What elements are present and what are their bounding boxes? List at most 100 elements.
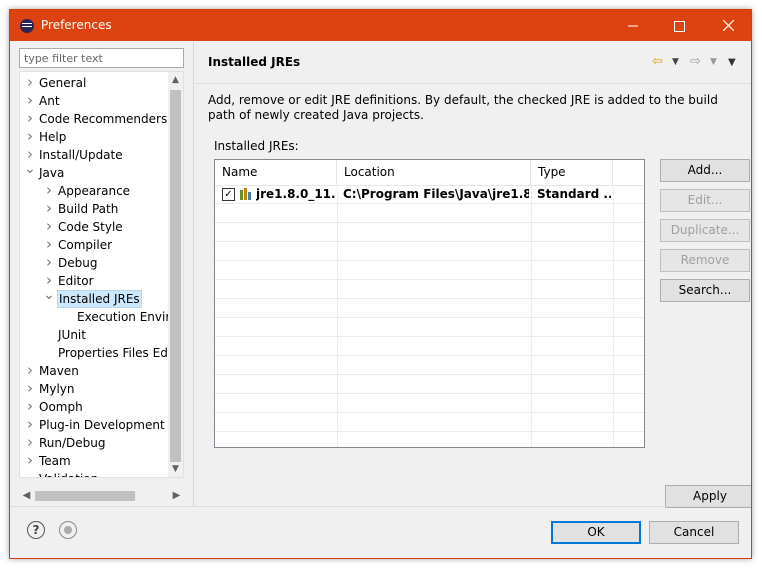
tree-item-label: Oomph — [39, 400, 83, 414]
tree-item[interactable]: JUnit — [20, 326, 170, 344]
back-arrow-icon[interactable]: ⇦ — [652, 54, 663, 69]
tree-item-label: Build Path — [58, 202, 119, 216]
tree-item[interactable]: › Team — [20, 452, 170, 470]
scroll-down-icon[interactable]: ▼ — [168, 461, 183, 477]
table-row[interactable]: ✓ jre1.8.0_11... C:\Program Files\Java\j… — [215, 185, 644, 204]
chevron-right-icon[interactable]: › — [24, 74, 36, 92]
chevron-right-icon[interactable]: › — [43, 182, 55, 200]
tree-item-label: General — [39, 76, 87, 90]
filter-input[interactable] — [20, 49, 183, 67]
tree-item[interactable]: Execution Enviro — [20, 308, 177, 326]
tree-item[interactable]: ⌄ Installed JREs — [20, 288, 170, 308]
scroll-left-icon[interactable]: ◀ — [19, 488, 34, 504]
close-icon — [722, 19, 734, 32]
tree-item[interactable]: Properties Files Edito — [20, 344, 183, 362]
chevron-right-icon[interactable]: › — [43, 236, 55, 254]
jre-name-cell: jre1.8.0_11... — [256, 187, 336, 201]
column-header-location[interactable]: Location — [337, 160, 531, 185]
page-description: Add, remove or edit JRE definitions. By … — [208, 93, 718, 122]
title-bar: Preferences — [10, 10, 751, 41]
record-dot — [64, 526, 72, 534]
chevron-down-icon[interactable]: ⌄ — [43, 288, 55, 308]
tree-vertical-scrollbar[interactable]: ▲ ▼ — [168, 72, 183, 477]
tree-item[interactable]: › Build Path — [20, 200, 170, 218]
table-empty-row — [215, 394, 644, 413]
chevron-down-icon[interactable]: ⌄ — [24, 162, 36, 182]
minimize-button[interactable] — [610, 10, 656, 41]
scroll-right-icon[interactable]: ▶ — [169, 488, 184, 504]
edit-button[interactable]: Edit... — [660, 189, 750, 212]
tree-item[interactable]: › Appearance — [20, 182, 170, 200]
tree-item-label: Ant — [39, 94, 60, 108]
record-icon[interactable] — [59, 521, 77, 539]
add-button[interactable]: Add... — [660, 159, 750, 182]
tree-item[interactable]: › Oomph — [20, 398, 170, 416]
chevron-right-icon[interactable]: › — [24, 362, 36, 380]
tree-item[interactable]: › Code Recommenders — [20, 110, 170, 128]
chevron-right-icon[interactable]: › — [24, 416, 36, 434]
cancel-button[interactable]: Cancel — [649, 521, 739, 544]
column-header-name[interactable]: Name — [215, 160, 337, 185]
tree-item[interactable]: ⌄ Java — [20, 162, 170, 182]
tree-item[interactable]: › Ant — [20, 92, 170, 110]
tree-item[interactable]: › Help — [20, 128, 170, 146]
horizontal-scroll-thumb[interactable] — [35, 491, 135, 501]
chevron-right-icon[interactable]: › — [24, 380, 36, 398]
installed-jres-label: Installed JREs: — [214, 139, 299, 153]
forward-arrow-icon[interactable]: ⇨ — [690, 54, 701, 69]
chevron-right-icon[interactable]: › — [43, 254, 55, 272]
jre-location-cell: C:\Program Files\Java\jre1.8.0_... — [343, 187, 529, 201]
tree-item-label: Mylyn — [39, 382, 75, 396]
preference-page: Installed JREs ⇦ ▼ ⇨ ▼ ▼ Add, remove or … — [195, 42, 751, 508]
tree-item[interactable]: › Code Style — [20, 218, 170, 236]
maximize-button[interactable] — [656, 10, 702, 41]
chevron-right-icon[interactable]: › — [24, 452, 36, 470]
tree-item-label: Plug-in Development — [39, 418, 165, 432]
chevron-right-icon[interactable]: › — [43, 218, 55, 236]
tree-item[interactable]: › Debug — [20, 254, 170, 272]
vertical-scroll-thumb[interactable] — [170, 90, 181, 462]
chevron-right-icon[interactable]: › — [24, 434, 36, 452]
chevron-right-icon[interactable]: › — [24, 92, 36, 110]
filter-field[interactable] — [19, 48, 184, 68]
tree-horizontal-scrollbar[interactable]: ◀ ▶ — [19, 488, 184, 504]
tree-item-label: Appearance — [58, 184, 131, 198]
duplicate-button[interactable]: Duplicate... — [660, 219, 750, 242]
tree-item[interactable]: › Install/Update — [20, 146, 170, 164]
chevron-right-icon[interactable]: › — [24, 128, 36, 146]
chevron-right-icon[interactable]: › — [43, 200, 55, 218]
tree-item-label: JUnit — [58, 328, 86, 342]
tree-item-label: Install/Update — [39, 148, 123, 162]
help-icon[interactable]: ? — [27, 521, 45, 539]
table-empty-row — [215, 242, 644, 261]
tree-item-label: Properties Files Edito — [58, 346, 184, 360]
view-menu-icon[interactable]: ▼ — [728, 57, 736, 68]
tree-item[interactable]: › Mylyn — [20, 380, 170, 398]
column-header-type[interactable]: Type — [531, 160, 613, 185]
apply-button[interactable]: Apply — [665, 485, 751, 508]
tree-item-label: Editor — [58, 274, 94, 288]
table-empty-row — [215, 318, 644, 337]
table-empty-row — [215, 375, 644, 394]
remove-button[interactable]: Remove — [660, 249, 750, 272]
tree-item-label: Validation — [38, 470, 99, 477]
tree-item[interactable]: › Plug-in Development — [20, 416, 170, 434]
ok-button[interactable]: OK — [551, 521, 641, 544]
tree-item[interactable]: Validation — [20, 470, 170, 477]
scroll-up-icon[interactable]: ▲ — [168, 72, 183, 88]
tree-item[interactable]: › Maven — [20, 362, 170, 380]
pane-divider[interactable] — [193, 42, 194, 506]
tree-item[interactable]: › General — [20, 74, 170, 92]
tree-item[interactable]: › Compiler — [20, 236, 170, 254]
chevron-right-icon[interactable]: › — [24, 398, 36, 416]
jre-checkbox[interactable]: ✓ — [222, 188, 235, 201]
chevron-right-icon[interactable]: › — [24, 110, 36, 128]
tree-item-label: Help — [39, 130, 67, 144]
back-dropdown-icon[interactable]: ▼ — [672, 57, 679, 67]
forward-dropdown-icon[interactable]: ▼ — [710, 57, 717, 67]
jre-library-icon — [240, 188, 251, 200]
search-button[interactable]: Search... — [660, 279, 750, 302]
window-title: Preferences — [41, 18, 112, 32]
tree-item[interactable]: › Run/Debug — [20, 434, 170, 452]
close-button[interactable] — [705, 10, 751, 41]
